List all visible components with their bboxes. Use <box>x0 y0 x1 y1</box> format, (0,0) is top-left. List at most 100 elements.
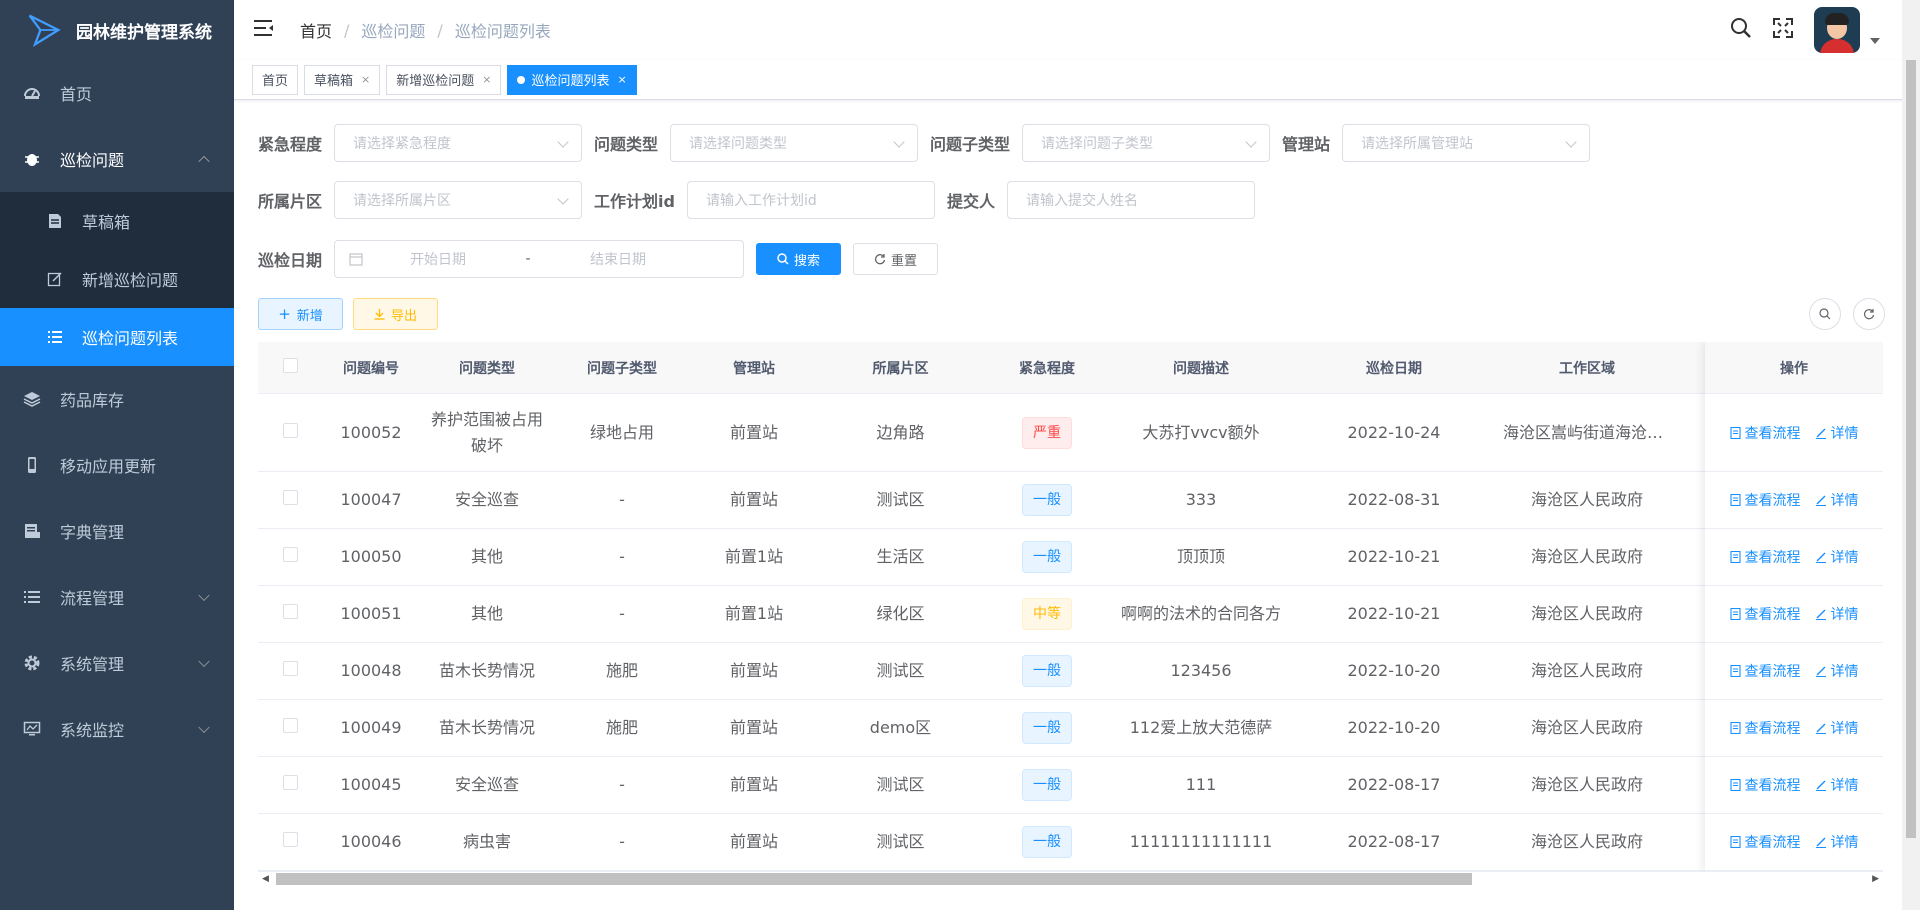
tag-label: 首页 <box>262 74 289 89</box>
column-header[interactable]: 问题编号 <box>322 358 420 378</box>
sidebar-item-system[interactable]: 系统管理 <box>0 630 234 696</box>
close-icon[interactable]: × <box>482 73 491 86</box>
view-flow-link[interactable]: 查看流程 <box>1729 718 1801 738</box>
cell-desc: 大苏打vvcv额外 <box>1142 422 1260 442</box>
area-select[interactable]: 请选择所属片区 <box>334 181 583 219</box>
refresh-button[interactable] <box>1853 298 1885 330</box>
detail-link[interactable]: 详情 <box>1815 832 1859 852</box>
tag-home[interactable]: 首页 <box>252 64 299 95</box>
breadcrumb-item[interactable]: 首页 <box>300 18 332 42</box>
sidebar-item-process[interactable]: 流程管理 <box>0 564 234 630</box>
search-icon[interactable] <box>1730 17 1752 43</box>
detail-link[interactable]: 详情 <box>1815 661 1859 681</box>
row-checkbox[interactable] <box>282 775 298 790</box>
row-checkbox[interactable] <box>282 718 298 733</box>
tag-inspection-list[interactable]: 巡检问题列表 × <box>507 64 637 95</box>
operations-body: 查看流程 详情 查看流程 详情 查看流程 详情 查看流程 详情 查看流程 详情 查看流程 详情 查看流程… <box>1705 394 1883 871</box>
view-flow-label: 查看流程 <box>1744 425 1801 442</box>
row-checkbox[interactable] <box>282 661 298 676</box>
view-flow-link[interactable]: 查看流程 <box>1729 661 1801 681</box>
view-flow-link[interactable]: 查看流程 <box>1729 775 1801 795</box>
sidebar-item-medicine[interactable]: 药品库存 <box>0 366 234 432</box>
sidebar-item-drafts[interactable]: 草稿箱 <box>0 192 234 250</box>
detail-link[interactable]: 详情 <box>1815 490 1859 510</box>
main-content: 紧急程度 请选择紧急程度 问题类型 请选择问题类型 问题子类型 请选择问题子类型… <box>234 100 1902 910</box>
cell-region: 海沧区人民政府 <box>1530 490 1643 509</box>
sidebar-item-new-inspection[interactable]: 新增巡检问题 <box>0 250 234 308</box>
sidebar-item-dictionary[interactable]: 字典管理 <box>0 498 234 564</box>
view-flow-link[interactable]: 查看流程 <box>1729 832 1801 852</box>
urgency-cell: 严重 <box>983 416 1111 449</box>
sidebar-item-inspection[interactable]: 巡检问题 <box>0 126 234 192</box>
close-icon[interactable]: × <box>361 73 370 86</box>
detail-label: 详情 <box>1830 721 1859 737</box>
problem-type-select[interactable]: 请选择问题类型 <box>670 124 919 162</box>
operations-row: 查看流程 详情 <box>1705 472 1883 529</box>
cell-area: 绿化区 <box>876 604 925 623</box>
station-select[interactable]: 请选择所属管理站 <box>1342 124 1591 162</box>
cell-station: 前置站 <box>729 422 778 442</box>
column-header[interactable]: 问题描述 <box>1111 358 1291 378</box>
sidebar-item-home[interactable]: 首页 <box>0 60 234 126</box>
detail-link[interactable]: 详情 <box>1815 547 1859 567</box>
cell-type: 养护范围被占用破坏 <box>430 409 543 455</box>
add-button[interactable]: + 新增 <box>258 298 343 330</box>
view-flow-link[interactable]: 查看流程 <box>1729 604 1801 624</box>
row-checkbox[interactable] <box>282 604 298 619</box>
export-button[interactable]: 导出 <box>353 298 438 330</box>
view-flow-link[interactable]: 查看流程 <box>1729 423 1801 443</box>
edit-icon <box>1815 494 1827 506</box>
submitter-input[interactable]: 请输入提交人姓名 <box>1006 181 1255 219</box>
avatar[interactable] <box>1814 7 1860 53</box>
sidebar-item-label: 系统管理 <box>60 655 125 674</box>
problem-subtype-select[interactable]: 请选择问题子类型 <box>1022 124 1271 162</box>
caret-down-icon[interactable] <box>1870 38 1880 44</box>
close-icon[interactable]: × <box>618 73 627 86</box>
view-flow-link[interactable]: 查看流程 <box>1729 490 1801 510</box>
sidebar-item-app-update[interactable]: 移动应用更新 <box>0 432 234 498</box>
urgency-select[interactable]: 请选择紧急程度 <box>334 124 583 162</box>
sidebar-item-inspection-list[interactable]: 巡检问题列表 <box>0 308 234 366</box>
chevron-down-icon <box>557 193 569 205</box>
scroll-left-icon[interactable]: ◀ <box>262 874 269 884</box>
end-date-input[interactable]: 结束日期 <box>543 249 693 269</box>
column-header[interactable]: 巡检日期 <box>1291 358 1497 378</box>
toggle-search-button[interactable] <box>1809 298 1841 330</box>
fullscreen-icon[interactable] <box>1772 17 1794 43</box>
column-header[interactable]: 工作区域 <box>1497 358 1677 378</box>
row-checkbox[interactable] <box>282 422 298 438</box>
vertical-scrollbar[interactable] <box>1902 0 1920 910</box>
calendar-icon <box>349 252 363 266</box>
column-header[interactable]: 问题子类型 <box>554 358 690 378</box>
detail-link[interactable]: 详情 <box>1815 604 1859 624</box>
status-badge: 一般 <box>1022 484 1072 516</box>
column-header[interactable]: 紧急程度 <box>983 358 1111 378</box>
search-button[interactable]: 搜索 <box>756 243 842 275</box>
chevron-down-icon <box>198 655 210 668</box>
detail-link[interactable]: 详情 <box>1815 775 1859 795</box>
row-checkbox[interactable] <box>282 832 298 847</box>
row-checkbox[interactable] <box>282 490 298 505</box>
row-checkbox[interactable] <box>282 547 298 562</box>
vertical-scrollbar-thumb[interactable] <box>1906 60 1916 838</box>
select-all-checkbox[interactable] <box>282 358 298 373</box>
start-date-input[interactable]: 开始日期 <box>363 249 513 269</box>
plan-id-input[interactable]: 请输入工作计划id <box>686 181 935 219</box>
detail-link[interactable]: 详情 <box>1815 718 1859 738</box>
tag-drafts[interactable]: 草稿箱 × <box>304 64 381 95</box>
column-header[interactable]: 所属片区 <box>818 358 983 378</box>
horizontal-scrollbar[interactable]: ◀ ▶ <box>258 872 1883 886</box>
view-flow-link[interactable]: 查看流程 <box>1729 547 1801 567</box>
sidebar-item-monitor[interactable]: 系统监控 <box>0 696 234 762</box>
scrollbar-thumb[interactable] <box>276 873 1472 885</box>
column-header[interactable]: 管理站 <box>690 358 818 378</box>
hamburger-icon[interactable] <box>254 19 274 41</box>
date-range-picker[interactable]: 开始日期 - 结束日期 <box>334 240 745 278</box>
cell-type: 其他 <box>470 547 503 566</box>
scroll-right-icon[interactable]: ▶ <box>1872 874 1879 884</box>
reset-button[interactable]: 重置 <box>853 243 939 275</box>
submitter-placeholder: 请输入提交人姓名 <box>1025 193 1138 209</box>
column-header[interactable]: 问题类型 <box>420 358 554 378</box>
tag-new-inspection[interactable]: 新增巡检问题 × <box>386 64 502 95</box>
detail-link[interactable]: 详情 <box>1815 423 1859 443</box>
